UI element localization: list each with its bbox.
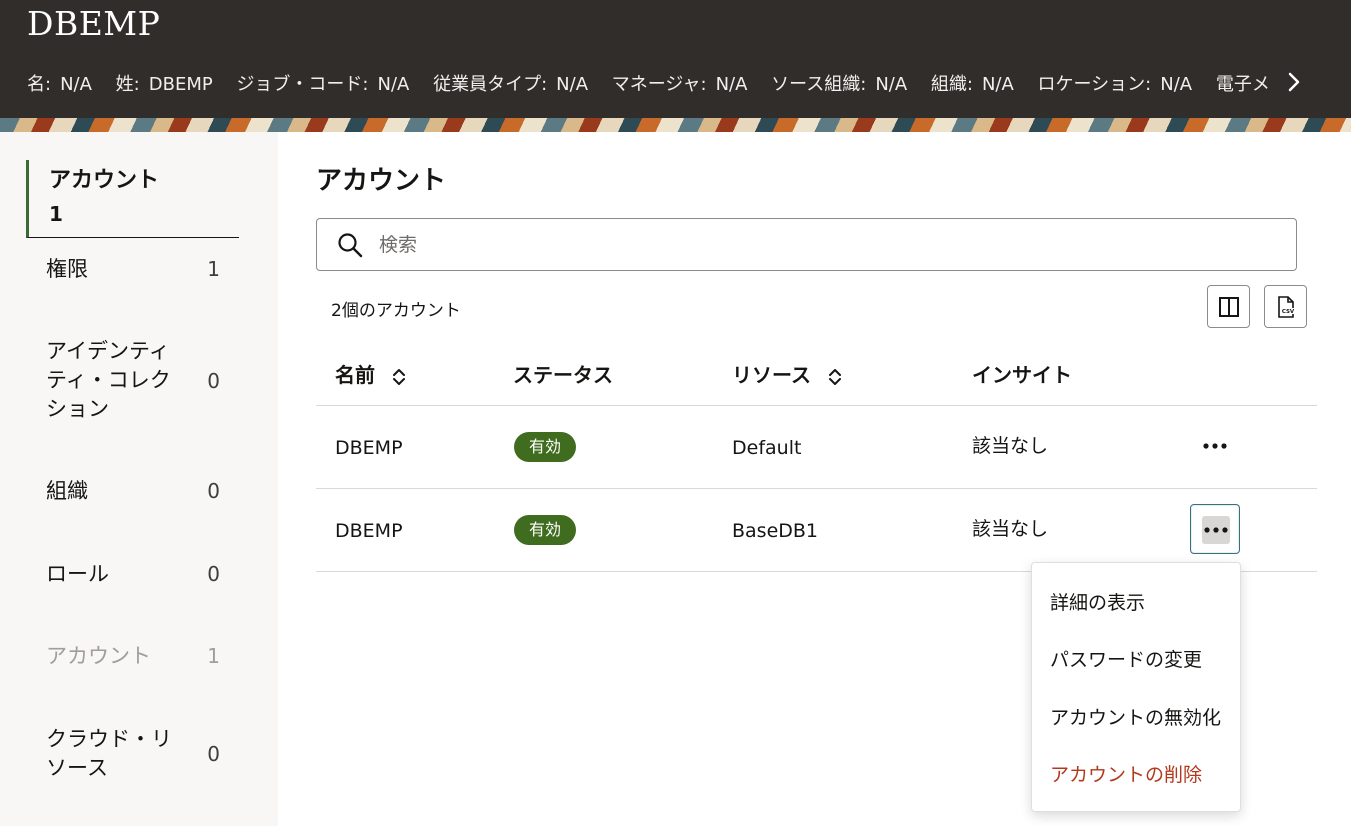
more-horizontal-icon	[1204, 527, 1228, 533]
search-icon	[338, 233, 363, 258]
attribute-bar: 名: N/A 姓: DBEMP ジョブ・コード: N/A 従業員タイプ: N/A マネー…	[27, 70, 1277, 96]
results-count: 2個のアカウント	[331, 301, 461, 321]
sidebar-item-label: アカウント	[46, 644, 151, 668]
chevron-right-icon[interactable]	[1284, 70, 1304, 94]
cell-insight: 該当なし	[972, 518, 1049, 540]
sort-icon	[392, 368, 405, 385]
page-header: DBEMP 名: N/A 姓: DBEMP ジョブ・コード: N/A 従業員タイプ: N…	[0, 0, 1351, 118]
sidebar-item-accounts-active[interactable]: アカウント 1	[26, 160, 239, 238]
sidebar-item-label: ロール	[46, 562, 109, 586]
sidebar-item-label: アイデンティティ・コレクション	[46, 339, 171, 421]
sidebar-item-count: 0	[207, 479, 220, 503]
cell-resource: BaseDB1	[732, 520, 819, 542]
attribute-employee-type: 従業員タイプ: N/A	[433, 74, 589, 95]
menu-item-delete-account[interactable]: アカウントの削除	[1050, 762, 1202, 788]
more-horizontal-icon	[1203, 443, 1227, 449]
search-input[interactable]	[379, 229, 1259, 261]
status-badge: 有効	[514, 515, 576, 545]
sidebar-item-label: 組織	[46, 479, 88, 503]
attribute-location: ロケーション: N/A	[1037, 74, 1193, 95]
sidebar-item-roles[interactable]: ロール 0	[46, 560, 236, 590]
attribute-first-name: 名: N/A	[27, 74, 92, 95]
sidebar-item-count: 0	[207, 562, 220, 586]
decorative-banner	[0, 118, 1351, 132]
sidebar-item-accounts[interactable]: アカウント 1	[46, 642, 236, 672]
column-header-resource[interactable]: リソース	[732, 360, 842, 390]
column-header-name[interactable]: 名前	[335, 360, 406, 390]
attribute-source-org: ソース組織: N/A	[771, 74, 908, 95]
cell-name: DBEMP	[335, 520, 403, 542]
sidebar-item-count: 0	[207, 369, 220, 393]
sidebar-item-count: 0	[207, 742, 220, 766]
cell-resource: Default	[732, 437, 802, 459]
sidebar-item-label: 権限	[46, 257, 88, 281]
sidebar-item-entitlements[interactable]: 権限 1	[46, 255, 236, 285]
row-divider	[316, 488, 1317, 489]
sidebar-item-cloud-resources[interactable]: クラウド・リソース 0	[46, 725, 236, 785]
row-actions-menu: 詳細の表示 パスワードの変更 アカウントの無効化 アカウントの削除	[1031, 562, 1241, 812]
cell-name: DBEMP	[335, 437, 403, 459]
attribute-org: 組織: N/A	[930, 74, 1014, 95]
csv-file-icon: CSV	[1278, 296, 1295, 318]
cell-insight: 該当なし	[972, 435, 1049, 457]
attribute-manager: マネージャ: N/A	[611, 74, 748, 95]
sidebar-item-count: 1	[49, 202, 63, 226]
menu-item-change-password[interactable]: パスワードの変更	[1050, 647, 1202, 673]
sidebar-item-count: 1	[207, 644, 220, 668]
row-actions-button[interactable]	[1190, 504, 1240, 554]
sidebar: アカウント 1 権限 1 アイデンティティ・コレクション 0 組織 0 ロール …	[0, 132, 278, 826]
sidebar-item-label: アカウント	[49, 168, 160, 193]
search-box[interactable]	[316, 218, 1297, 271]
attribute-email: 電子メ	[1215, 74, 1270, 95]
status-badge: 有効	[514, 432, 576, 462]
sidebar-item-label: クラウド・リソース	[46, 727, 172, 780]
menu-item-view-details[interactable]: 詳細の表示	[1050, 590, 1145, 616]
sidebar-item-organizations[interactable]: 組織 0	[46, 477, 236, 507]
header-title: DBEMP	[27, 4, 161, 43]
column-header-insight: インサイト	[972, 363, 1072, 387]
attribute-job-code: ジョブ・コード: N/A	[236, 74, 410, 95]
sort-icon	[828, 368, 841, 385]
sidebar-item-count: 1	[207, 257, 220, 281]
page-title: アカウント	[316, 166, 447, 196]
columns-button[interactable]	[1207, 285, 1250, 328]
sidebar-item-identity-collections[interactable]: アイデンティティ・コレクション 0	[46, 337, 236, 427]
column-header-status: ステータス	[513, 363, 613, 387]
columns-icon	[1219, 297, 1239, 317]
export-csv-button[interactable]: CSV	[1264, 285, 1307, 328]
row-actions-button[interactable]	[1190, 421, 1240, 471]
menu-item-disable-account[interactable]: アカウントの無効化	[1050, 705, 1221, 731]
svg-text:CSV: CSV	[1282, 309, 1295, 315]
attribute-last-name: 姓: DBEMP	[115, 74, 213, 95]
row-divider	[316, 405, 1317, 406]
